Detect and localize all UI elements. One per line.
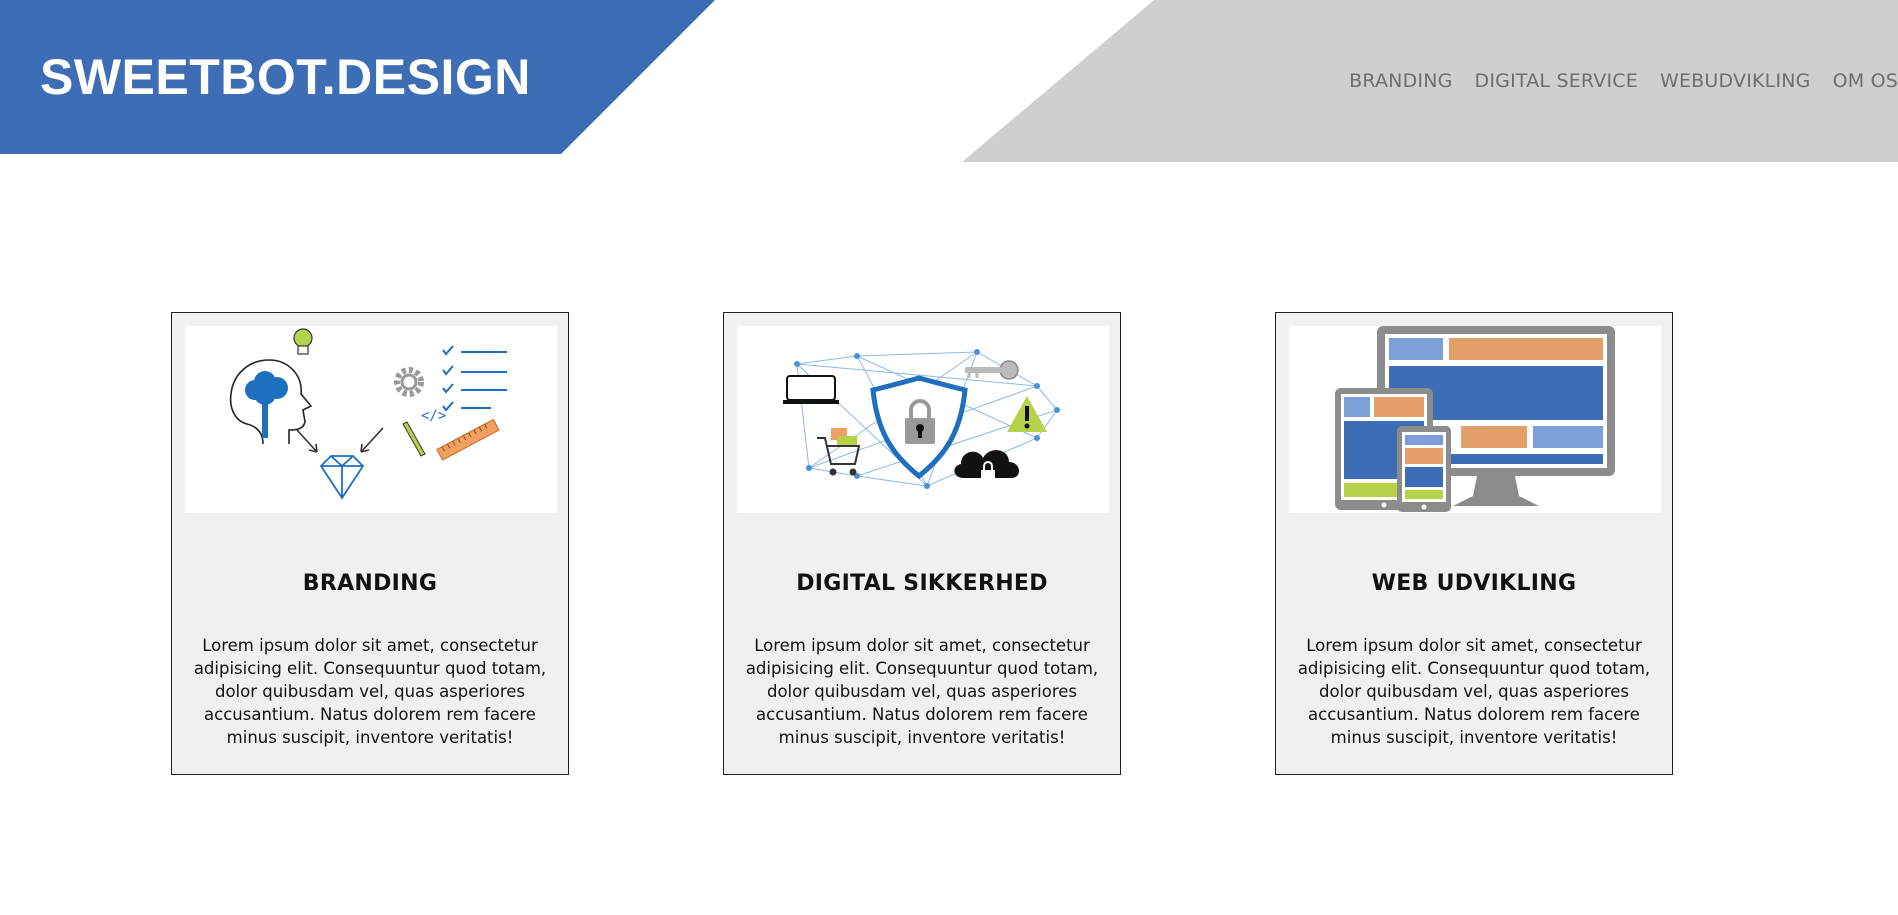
card-title: BRANDING	[302, 571, 438, 597]
card-text: Lorem ipsum dolor sit amet, consectetur …	[1297, 635, 1651, 747]
service-card-digital-sikkerhed: DIGITAL SIKKERHED Lorem ipsum dolor sit …	[723, 312, 1121, 775]
card-text: Lorem ipsum dolor sit amet, consectetur …	[745, 635, 1099, 747]
main-nav: BRANDING DIGITAL SERVICE WEBUDVIKLING OM…	[1310, 70, 1898, 92]
security-icon	[783, 349, 1060, 489]
card-title: DIGITAL SIKKERHED	[796, 571, 1048, 597]
branding-illustration: </>	[185, 326, 557, 513]
responsive-devices-illustration	[1289, 326, 1661, 513]
branding-icon: </>	[229, 328, 507, 500]
nav-link-om-os[interactable]: OM OS	[1833, 70, 1898, 92]
devices-icon	[1335, 326, 1615, 512]
security-network-illustration	[737, 326, 1109, 513]
service-card-web-udvikling: WEB UDVIKLING Lorem ipsum dolor sit amet…	[1275, 312, 1673, 775]
card-text: Lorem ipsum dolor sit amet, consectetur …	[193, 635, 547, 747]
site-logo[interactable]: SWEETBOT.DESIGN	[40, 48, 531, 106]
logo-banner: SWEETBOT.DESIGN	[0, 0, 715, 154]
svg-text:</>: </>	[421, 408, 446, 424]
card-title: WEB UDVIKLING	[1371, 571, 1577, 597]
nav-link-digital-service[interactable]: DIGITAL SERVICE	[1475, 70, 1638, 92]
service-card-branding: </> BRANDING Lorem ipsum dolor sit amet,…	[171, 312, 569, 775]
nav-link-webudvikling[interactable]: WEBUDVIKLING	[1660, 70, 1811, 92]
nav-link-branding[interactable]: BRANDING	[1349, 70, 1452, 92]
